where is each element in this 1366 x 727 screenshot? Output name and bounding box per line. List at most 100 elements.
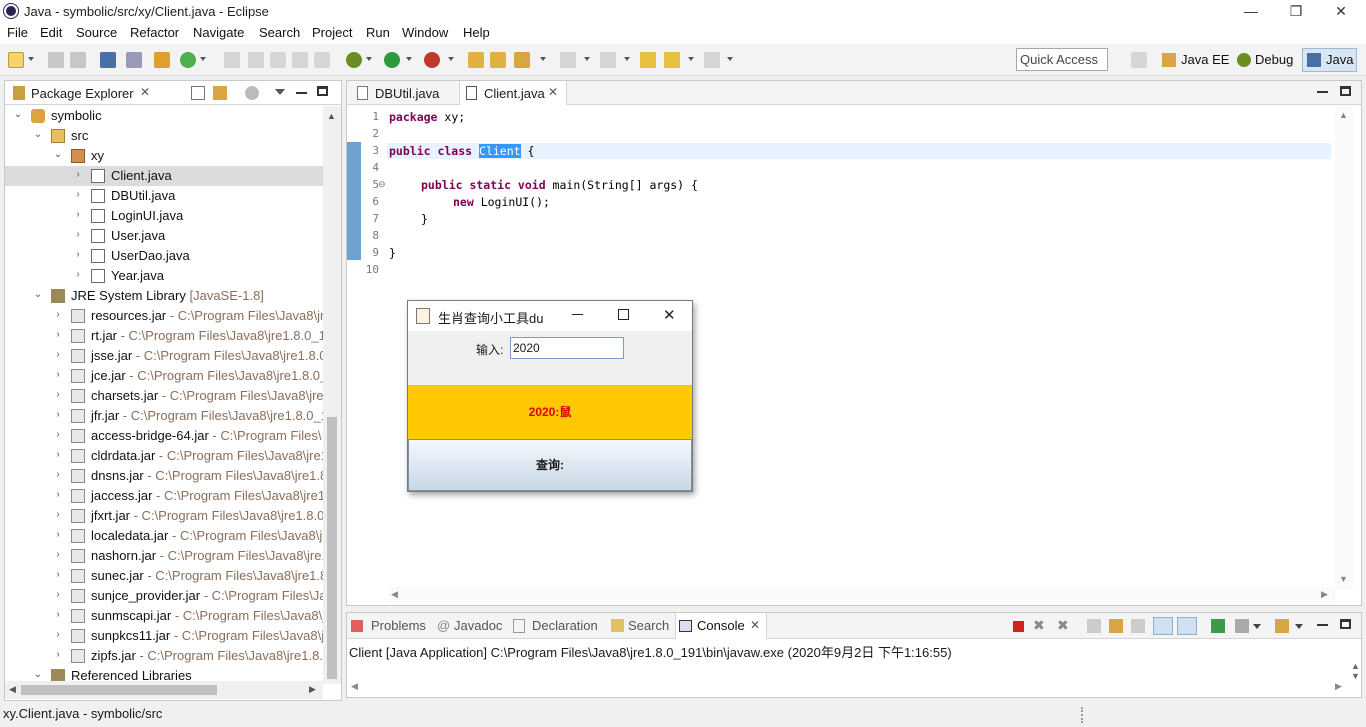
pin-console-icon[interactable] — [1211, 619, 1225, 633]
run-icon[interactable] — [384, 52, 400, 68]
tree-item[interactable]: › Client.java — [5, 166, 323, 186]
tree-item[interactable]: › jaccess.jar - C:\Program Files\Java8\jr… — [5, 486, 323, 506]
collapse-all-icon[interactable] — [191, 86, 205, 100]
collapse-arrow-icon[interactable]: › — [53, 589, 63, 601]
open-task-icon[interactable] — [490, 52, 506, 68]
tree-item[interactable]: › UserDao.java — [5, 246, 323, 266]
terminate-icon[interactable] — [1013, 621, 1024, 632]
clear-console-icon[interactable] — [1087, 619, 1101, 633]
menu-source[interactable]: Source — [76, 25, 117, 40]
tree-item[interactable]: ⌄ symbolic — [5, 106, 323, 126]
scroll-left-icon[interactable]: ◀ — [391, 589, 398, 600]
forward-dropdown-icon[interactable] — [727, 57, 733, 61]
tree-item[interactable]: › Year.java — [5, 266, 323, 286]
new-icon[interactable] — [8, 52, 24, 68]
minimize-view-icon[interactable] — [296, 92, 307, 94]
tab-dbutil[interactable]: DBUtil.java — [351, 81, 455, 105]
tree-item[interactable]: › charsets.jar - C:\Program Files\Java8\j… — [5, 386, 323, 406]
collapse-arrow-icon[interactable]: › — [73, 249, 83, 261]
perspective-java-ee[interactable]: Java EE — [1181, 52, 1229, 67]
scroll-down-icon[interactable]: ▼ — [1339, 574, 1348, 584]
run-dropdown-icon[interactable] — [406, 57, 412, 61]
collapse-arrow-icon[interactable]: › — [53, 629, 63, 641]
collapse-arrow-icon[interactable]: › — [53, 469, 63, 481]
menu-refactor[interactable]: Refactor — [130, 25, 179, 40]
open-console-dropdown-icon[interactable] — [1295, 624, 1303, 629]
maximize-editor-icon[interactable] — [1340, 86, 1351, 96]
editor-vertical-scrollbar[interactable] — [1335, 106, 1353, 590]
debug-icon[interactable] — [346, 52, 362, 68]
tree-item[interactable]: ⌄ JRE System Library [JavaSE-1.8] — [5, 286, 323, 306]
tree-item[interactable]: › cldrdata.jar - C:\Program Files\Java8\j… — [5, 446, 323, 466]
collapse-arrow-icon[interactable]: › — [73, 169, 83, 181]
save-icon[interactable] — [48, 52, 64, 68]
scroll-up-icon[interactable]: ▲ — [1351, 661, 1360, 671]
view-menu-icon[interactable] — [245, 86, 259, 100]
tree-item[interactable]: › rt.jar - C:\Program Files\Java8\jre1.8.… — [5, 326, 323, 346]
scroll-right-icon[interactable]: ▶ — [1335, 681, 1342, 692]
menu-search[interactable]: Search — [259, 25, 300, 40]
last-edit-icon[interactable] — [640, 52, 656, 68]
collapse-arrow-icon[interactable]: › — [73, 229, 83, 241]
show-stderr-icon[interactable] — [1177, 617, 1197, 635]
tree-item[interactable]: › dnsns.jar - C:\Program Files\Java8\jre1… — [5, 466, 323, 486]
tree-item[interactable]: › sunpkcs11.jar - C:\Program Files\Java8\… — [5, 626, 323, 646]
wand-icon[interactable] — [248, 52, 264, 68]
maximize-view-icon[interactable] — [317, 86, 328, 96]
console-toggle-icon[interactable] — [100, 52, 116, 68]
external-tools-icon[interactable] — [424, 52, 440, 68]
collapse-arrow-icon[interactable]: › — [73, 269, 83, 281]
external-tools-dropdown-icon[interactable] — [448, 57, 454, 61]
skip-breakpoints-icon[interactable] — [126, 52, 142, 68]
tree-item[interactable]: › jce.jar - C:\Program Files\Java8\jre1.8… — [5, 366, 323, 386]
scroll-down-icon[interactable]: ▼ — [1351, 671, 1360, 681]
open-type-icon[interactable] — [468, 52, 484, 68]
tab-search[interactable]: Search — [628, 618, 669, 633]
forward-icon[interactable] — [704, 52, 720, 68]
collapse-arrow-icon[interactable]: › — [53, 489, 63, 501]
tree-item[interactable]: › sunec.jar - C:\Program Files\Java8\jre1… — [5, 566, 323, 586]
view-dropdown-icon[interactable] — [275, 89, 285, 95]
refresh-dropdown-icon[interactable] — [200, 57, 206, 61]
horizontal-scroll-thumb[interactable] — [21, 685, 217, 695]
scroll-left-icon[interactable]: ◀ — [351, 681, 358, 692]
search-dropdown-icon[interactable] — [540, 57, 546, 61]
menu-project[interactable]: Project — [312, 25, 352, 40]
collapse-arrow-icon[interactable]: › — [53, 509, 63, 521]
doc-icon[interactable] — [292, 52, 308, 68]
display-console-icon[interactable] — [1235, 619, 1249, 633]
window-icon[interactable] — [314, 52, 330, 68]
close-tab-icon[interactable]: ✕ — [548, 85, 558, 99]
collapse-arrow-icon[interactable]: › — [53, 389, 63, 401]
vertical-scroll-thumb[interactable] — [327, 417, 337, 679]
debug-dropdown-icon[interactable] — [366, 57, 372, 61]
collapse-arrow-icon[interactable]: › — [53, 449, 63, 461]
menu-file[interactable]: File — [7, 25, 28, 40]
scroll-up-icon[interactable]: ▲ — [1339, 110, 1348, 120]
tree-item[interactable]: ⌄ xy — [5, 146, 323, 166]
package-explorer-tab[interactable]: Package Explorer ✕ — [7, 81, 157, 105]
expand-arrow-icon[interactable]: ⌄ — [33, 669, 43, 681]
word-wrap-icon[interactable] — [1131, 619, 1145, 633]
expand-arrow-icon[interactable]: ⌄ — [33, 289, 43, 301]
scroll-right-icon[interactable]: ▶ — [309, 684, 316, 695]
tree-item[interactable]: › zipfs.jar - C:\Program Files\Java8\jre1… — [5, 646, 323, 666]
collapse-arrow-icon[interactable]: › — [53, 329, 63, 341]
minimize-console-icon[interactable] — [1317, 624, 1328, 626]
tree-item[interactable]: › LoginUI.java — [5, 206, 323, 226]
minimize-editor-icon[interactable] — [1317, 91, 1328, 93]
tree-item[interactable]: › jsse.jar - C:\Program Files\Java8\jre1.… — [5, 346, 323, 366]
save-all-icon[interactable] — [70, 52, 86, 68]
tree-item[interactable]: ⌄ Referenced Libraries — [5, 666, 323, 681]
tree-item[interactable]: › sunjce_provider.jar - C:\Program Files\… — [5, 586, 323, 606]
collapse-arrow-icon[interactable]: › — [53, 369, 63, 381]
collapse-arrow-icon[interactable]: › — [73, 189, 83, 201]
menu-help[interactable]: Help — [463, 25, 490, 40]
new-dropdown-icon[interactable] — [28, 57, 34, 61]
remove-launch-icon[interactable]: ✖ — [1033, 617, 1045, 634]
build-icon[interactable] — [154, 52, 170, 68]
tab-problems[interactable]: Problems — [371, 618, 426, 633]
tree-item[interactable]: › DBUtil.java — [5, 186, 323, 206]
editor-horizontal-scrollbar[interactable] — [389, 587, 1335, 603]
close-button[interactable]: ✕ — [1318, 0, 1364, 22]
